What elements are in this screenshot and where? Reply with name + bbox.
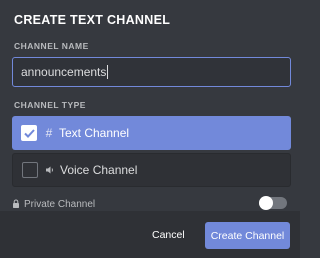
- cancel-button[interactable]: Cancel: [152, 229, 185, 241]
- create-channel-modal: CREATE TEXT CHANNEL CHANNEL NAME announc…: [0, 0, 300, 258]
- hash-icon: #: [45, 126, 53, 140]
- voice-channel-label: Voice Channel: [60, 163, 138, 177]
- text-channel-option[interactable]: # Text Channel: [12, 116, 291, 150]
- channel-name-input[interactable]: announcements: [12, 57, 291, 87]
- toggle-knob: [259, 196, 273, 210]
- private-channel-row: Private Channel: [12, 196, 291, 211]
- checkmark-icon: [23, 128, 35, 138]
- create-channel-button[interactable]: Create Channel: [205, 222, 290, 249]
- text-caret: [107, 65, 109, 79]
- voice-channel-checkbox[interactable]: [22, 162, 38, 178]
- lock-icon: [12, 199, 20, 209]
- voice-channel-option[interactable]: Voice Channel: [12, 153, 291, 187]
- text-channel-checkbox[interactable]: [21, 125, 37, 141]
- private-channel-label: Private Channel: [24, 198, 96, 210]
- modal-title: CREATE TEXT CHANNEL: [14, 13, 171, 27]
- channel-name-value: announcements: [21, 65, 107, 79]
- private-channel-toggle[interactable]: [259, 196, 287, 210]
- modal-footer: Cancel Create Channel: [0, 211, 300, 258]
- channel-name-label: CHANNEL NAME: [14, 41, 89, 51]
- text-channel-label: Text Channel: [59, 126, 130, 140]
- channel-type-label: CHANNEL TYPE: [14, 100, 86, 110]
- speaker-icon: [44, 165, 56, 175]
